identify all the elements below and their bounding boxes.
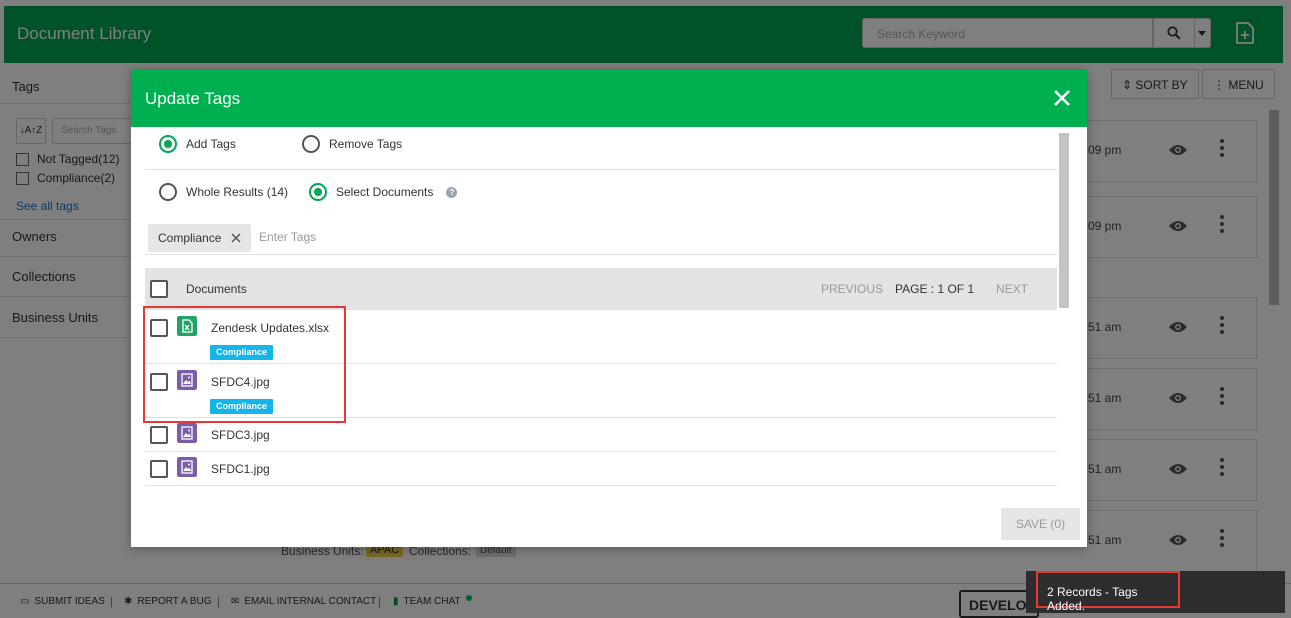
divider [145,254,1057,255]
dialog-header: Update Tags [131,69,1087,127]
image-file-icon [177,457,197,477]
documents-column-header: Documents [186,282,247,296]
row-checkbox[interactable] [150,319,168,337]
enter-tags-input[interactable] [259,230,559,244]
dialog-title: Update Tags [145,89,241,108]
row-checkbox[interactable] [150,460,168,478]
image-file-icon [177,370,197,390]
help-icon[interactable]: ? [446,186,458,198]
close-icon[interactable] [1050,86,1074,110]
select-all-checkbox[interactable] [150,280,168,298]
table-row[interactable]: SFDC3.jpg [145,418,1057,452]
add-tags-radio[interactable]: Add Tags [159,135,236,153]
document-name[interactable]: SFDC4.jpg [211,375,270,389]
next-page-button[interactable]: NEXT [996,282,1028,296]
select-documents-radio[interactable]: Select Documents ? [309,183,458,201]
whole-results-radio[interactable]: Whole Results (14) [159,183,288,201]
tag-chip-label: Compliance [158,231,222,245]
radio-button[interactable] [159,135,177,153]
radio-button[interactable] [309,183,327,201]
toast-notification: 2 Records - Tags Added. [1026,571,1285,613]
selected-tag-chip: Compliance [148,224,252,252]
document-name[interactable]: Zendesk Updates.xlsx [211,321,329,335]
remove-tags-radio[interactable]: Remove Tags [302,135,402,153]
document-name[interactable]: SFDC1.jpg [211,462,270,476]
dialog-scrollbar[interactable] [1059,133,1069,308]
table-row[interactable]: SFDC1.jpg [145,452,1057,486]
radio-button[interactable] [159,183,177,201]
previous-page-button[interactable]: PREVIOUS [821,282,883,296]
image-file-icon [177,423,197,443]
radio-button[interactable] [302,135,320,153]
update-tags-dialog: Update Tags Add Tags Remove Tags Whole R… [131,69,1087,547]
save-button[interactable]: SAVE (0) [1001,508,1080,540]
toast-message: 2 Records - Tags Added. [1036,571,1180,613]
page-indicator: PAGE : 1 OF 1 [895,282,975,296]
documents-table-header: Documents PREVIOUS PAGE : 1 OF 1 NEXT [145,268,1057,310]
table-row[interactable]: SFDC4.jpg Compliance [145,364,1057,418]
remove-tag-icon[interactable] [231,233,241,243]
table-row[interactable]: Zendesk Updates.xlsx Compliance [145,310,1057,364]
divider [145,169,1057,170]
compliance-tag-badge: Compliance [210,345,274,360]
excel-file-icon [177,316,197,336]
row-checkbox[interactable] [150,373,168,391]
document-name[interactable]: SFDC3.jpg [211,428,270,442]
row-checkbox[interactable] [150,426,168,444]
compliance-tag-badge: Compliance [210,399,274,414]
